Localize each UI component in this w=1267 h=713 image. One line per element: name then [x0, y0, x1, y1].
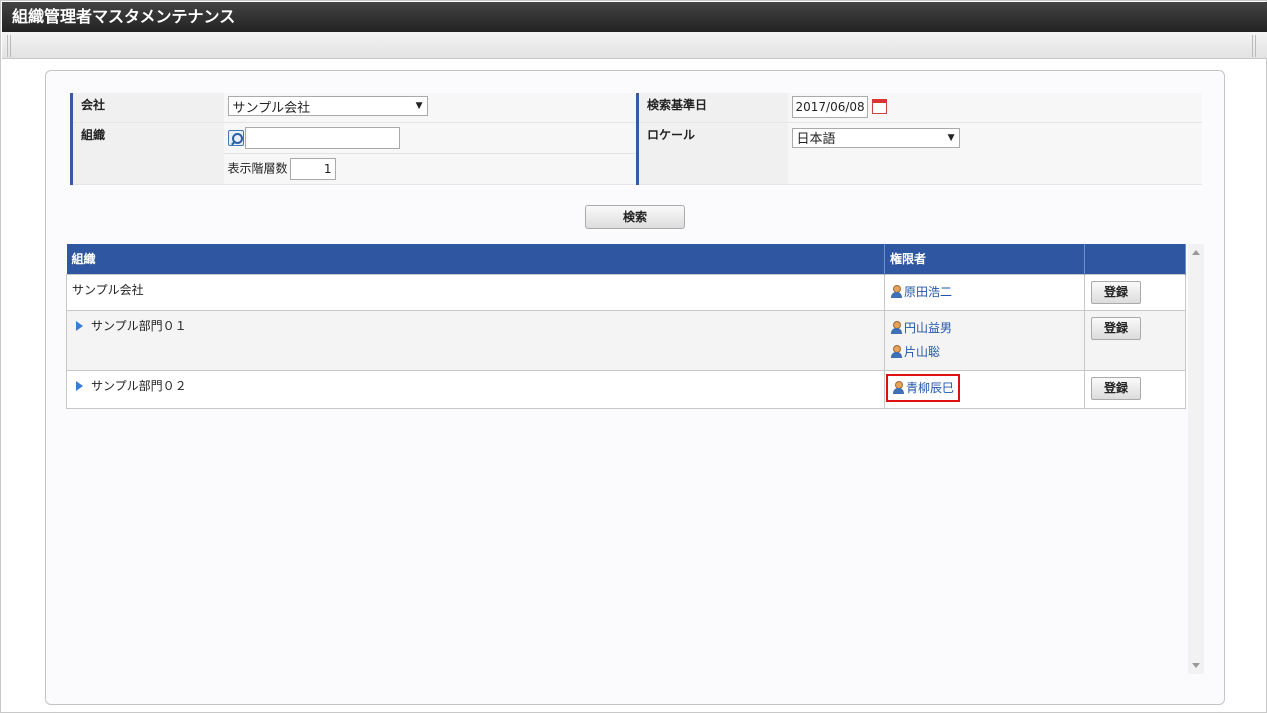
user-icon: [892, 380, 905, 394]
column-header-org: 組織: [66, 244, 885, 274]
org-name: サンプル部門０２: [91, 378, 187, 393]
locale-select[interactable]: 日本語 ▼: [791, 127, 960, 148]
company-label: 会社: [70, 93, 224, 123]
company-select-value: サンプル会社: [232, 100, 311, 116]
action-cell: 登録: [1084, 273, 1186, 311]
chevron-down-icon: ▼: [947, 132, 955, 143]
search-button[interactable]: 検索: [585, 205, 685, 229]
calendar-icon[interactable]: [871, 99, 887, 114]
admin-link-highlighted[interactable]: 青柳辰巳: [886, 373, 961, 402]
admin-link[interactable]: 原田浩二: [890, 280, 1079, 304]
org-input[interactable]: [244, 126, 400, 149]
company-select[interactable]: サンプル会社 ▼: [227, 96, 428, 116]
org-cell: サンプル部門０２: [66, 369, 885, 409]
locale-select-value: 日本語: [796, 132, 836, 147]
org-cell: サンプル会社: [66, 273, 885, 311]
admin-link[interactable]: 片山聡: [890, 340, 1079, 364]
user-icon: [890, 320, 903, 334]
search-panel: 会社 サンプル会社 ▼ 検索基準日 2017/06/08 組織 表示階層数 1 …: [45, 70, 1225, 705]
depth-input[interactable]: 1: [289, 157, 336, 180]
table-row: サンプル会社 原田浩二 登録: [66, 273, 1186, 311]
table-row: サンプル部門０１ 円山益男 片山聡 登録: [66, 309, 1186, 371]
expand-icon[interactable]: [76, 380, 83, 391]
date-label: 検索基準日: [636, 93, 788, 123]
register-button[interactable]: 登録: [1091, 280, 1141, 304]
org-admin-table: 組織 権限者 サンプル会社 原田浩二 登録 サンプル部門０１ 円山益男 片山聡 …: [66, 244, 1186, 409]
table-row: サンプル部門０２ 青柳辰巳 登録: [66, 369, 1186, 409]
column-header-admin: 権限者: [884, 244, 1085, 274]
search-form: 会社 サンプル会社 ▼ 検索基準日 2017/06/08 組織 表示階層数 1 …: [70, 93, 1202, 185]
admin-cell: 青柳辰巳: [884, 369, 1085, 409]
register-button[interactable]: 登録: [1091, 376, 1141, 400]
date-input[interactable]: 2017/06/08: [791, 96, 868, 118]
locale-label: ロケール: [636, 122, 788, 185]
org-name: サンプル部門０１: [91, 318, 187, 333]
admin-cell: 円山益男 片山聡: [884, 309, 1085, 371]
admin-link[interactable]: 円山益男: [890, 316, 1079, 340]
action-cell: 登録: [1084, 369, 1186, 409]
toolbar-divider: [1252, 35, 1256, 57]
app-window: 組織管理者マスタメンテナンス 会社 サンプル会社 ▼ 検索基準日 2017/06…: [0, 0, 1267, 713]
user-icon: [890, 284, 903, 298]
action-cell: 登録: [1084, 309, 1186, 371]
org-cell: サンプル部門０１: [66, 309, 885, 371]
user-icon: [890, 344, 903, 358]
admin-cell: 原田浩二: [884, 273, 1085, 311]
toolbar-divider: [7, 35, 11, 57]
locale-cell: 日本語 ▼: [787, 122, 1202, 185]
depth-label: 表示階層数: [227, 161, 288, 175]
vertical-scrollbar[interactable]: [1188, 244, 1204, 674]
register-button[interactable]: 登録: [1091, 316, 1141, 340]
page-title: 組織管理者マスタメンテナンス: [2, 2, 1267, 32]
scroll-down-icon[interactable]: [1192, 663, 1200, 668]
company-cell: サンプル会社 ▼: [223, 93, 638, 123]
org-name: サンプル会社: [72, 282, 144, 297]
search-icon[interactable]: [227, 129, 244, 146]
org-label: 組織: [70, 122, 224, 185]
org-cell: 表示階層数 1: [223, 122, 638, 185]
date-cell: 2017/06/08: [787, 93, 1202, 123]
toolbar: [2, 32, 1267, 59]
scroll-up-icon[interactable]: [1192, 250, 1200, 255]
chevron-down-icon: ▼: [415, 101, 423, 111]
column-header-action: [1084, 244, 1186, 274]
expand-icon[interactable]: [76, 320, 83, 331]
